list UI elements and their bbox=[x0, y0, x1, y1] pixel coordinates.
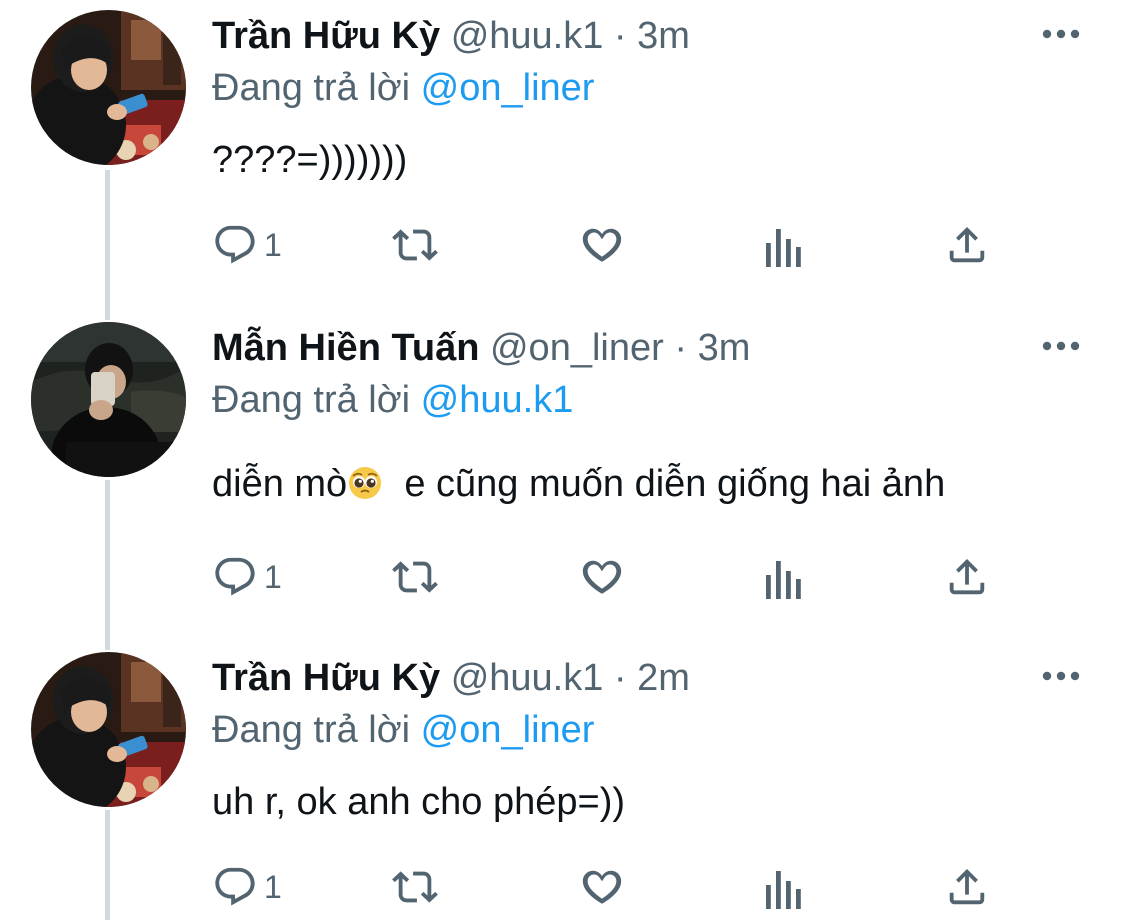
retweet-icon bbox=[390, 222, 440, 268]
retweet-icon bbox=[390, 554, 440, 600]
retweet-button[interactable] bbox=[390, 552, 440, 602]
reply-count: 1 bbox=[264, 868, 282, 905]
timestamp[interactable]: 3m bbox=[637, 15, 690, 57]
like-button[interactable] bbox=[579, 552, 625, 602]
reply-count: 1 bbox=[264, 558, 282, 595]
like-button[interactable] bbox=[579, 862, 625, 912]
like-button[interactable] bbox=[579, 220, 625, 270]
avatar[interactable] bbox=[31, 322, 186, 477]
author-handle[interactable]: @huu.k1 bbox=[451, 15, 604, 57]
analytics-icon bbox=[764, 865, 804, 909]
reply-button[interactable]: 1 bbox=[212, 862, 282, 912]
separator-dot: · bbox=[613, 15, 627, 57]
reply-button[interactable]: 1 bbox=[212, 552, 282, 602]
replying-to-label: Đang trả lời bbox=[212, 709, 411, 751]
reply-button[interactable]: 1 bbox=[212, 220, 282, 270]
replying-to-label: Đang trả lời bbox=[212, 67, 411, 109]
tweet-text: uh r, ok anh cho phép=)) bbox=[212, 781, 626, 823]
author-name[interactable]: Trần Hữu Kỳ bbox=[212, 15, 440, 57]
share-icon bbox=[944, 222, 990, 268]
replying-to: Đang trả lời @on_liner bbox=[212, 64, 594, 112]
tweet-text: diễn mò e cũng muốn diễn giống hai ảnh bbox=[212, 460, 945, 508]
pleading-face-emoji bbox=[348, 464, 382, 499]
reply-icon bbox=[212, 222, 258, 268]
author-name[interactable]: Mẫn Hiền Tuấn bbox=[212, 327, 479, 369]
tweet[interactable]: Trần Hữu Kỳ @huu.k1 · 3m Đang trả lời @o… bbox=[0, 0, 1125, 310]
avatar[interactable] bbox=[31, 10, 186, 165]
tweet-actions: 1 bbox=[212, 552, 1002, 602]
share-button[interactable] bbox=[944, 862, 990, 912]
analytics-button[interactable] bbox=[764, 862, 804, 912]
tweet-actions: 1 bbox=[212, 862, 1002, 912]
share-button[interactable] bbox=[944, 552, 990, 602]
retweet-icon bbox=[390, 864, 440, 910]
like-icon bbox=[579, 864, 625, 910]
author-handle[interactable]: @huu.k1 bbox=[451, 657, 604, 699]
tweet-text-part: diễn mò bbox=[212, 463, 348, 505]
reply-count: 1 bbox=[264, 226, 282, 263]
like-icon bbox=[579, 554, 625, 600]
reply-icon bbox=[212, 554, 258, 600]
tweet-header: Trần Hữu Kỳ @huu.k1 · 3m bbox=[212, 12, 690, 60]
mention-link[interactable]: @on_liner bbox=[421, 709, 595, 751]
analytics-button[interactable] bbox=[764, 220, 804, 270]
more-options-button[interactable] bbox=[1041, 326, 1081, 366]
tweet-text: ????=))))))) bbox=[212, 139, 408, 181]
timestamp[interactable]: 3m bbox=[698, 327, 751, 369]
tweet-actions: 1 bbox=[212, 220, 1002, 270]
share-icon bbox=[944, 554, 990, 600]
replying-to: Đang trả lời @huu.k1 bbox=[212, 376, 573, 424]
more-horizontal-icon bbox=[1042, 341, 1080, 351]
retweet-button[interactable] bbox=[390, 220, 440, 270]
retweet-button[interactable] bbox=[390, 862, 440, 912]
more-horizontal-icon bbox=[1042, 29, 1080, 39]
analytics-icon bbox=[764, 555, 804, 599]
share-button[interactable] bbox=[944, 220, 990, 270]
more-options-button[interactable] bbox=[1041, 14, 1081, 54]
analytics-button[interactable] bbox=[764, 552, 804, 602]
replying-to: Đang trả lời @on_liner bbox=[212, 706, 594, 754]
timestamp[interactable]: 2m bbox=[637, 657, 690, 699]
like-icon bbox=[579, 222, 625, 268]
reply-icon bbox=[212, 864, 258, 910]
replying-to-label: Đang trả lời bbox=[212, 379, 411, 421]
separator-dot: · bbox=[613, 657, 627, 699]
share-icon bbox=[944, 864, 990, 910]
tweet-header: Mẫn Hiền Tuấn @on_liner · 3m bbox=[212, 324, 750, 372]
tweet-text-part: e cũng muốn diễn giống hai ảnh bbox=[404, 463, 946, 505]
avatar[interactable] bbox=[31, 652, 186, 807]
separator-dot: · bbox=[674, 327, 687, 369]
analytics-icon bbox=[764, 223, 804, 267]
more-options-button[interactable] bbox=[1041, 656, 1081, 696]
mention-link[interactable]: @on_liner bbox=[421, 67, 595, 109]
author-handle[interactable]: @on_liner bbox=[490, 327, 664, 369]
more-horizontal-icon bbox=[1042, 671, 1080, 681]
tweet-header: Trần Hữu Kỳ @huu.k1 · 2m bbox=[212, 654, 690, 702]
author-name[interactable]: Trần Hữu Kỳ bbox=[212, 657, 440, 699]
tweet[interactable]: Trần Hữu Kỳ @huu.k1 · 2m Đang trả lời @o… bbox=[0, 642, 1125, 920]
mention-link[interactable]: @huu.k1 bbox=[421, 379, 574, 421]
tweet[interactable]: Mẫn Hiền Tuấn @on_liner · 3m Đang trả lờ… bbox=[0, 312, 1125, 642]
